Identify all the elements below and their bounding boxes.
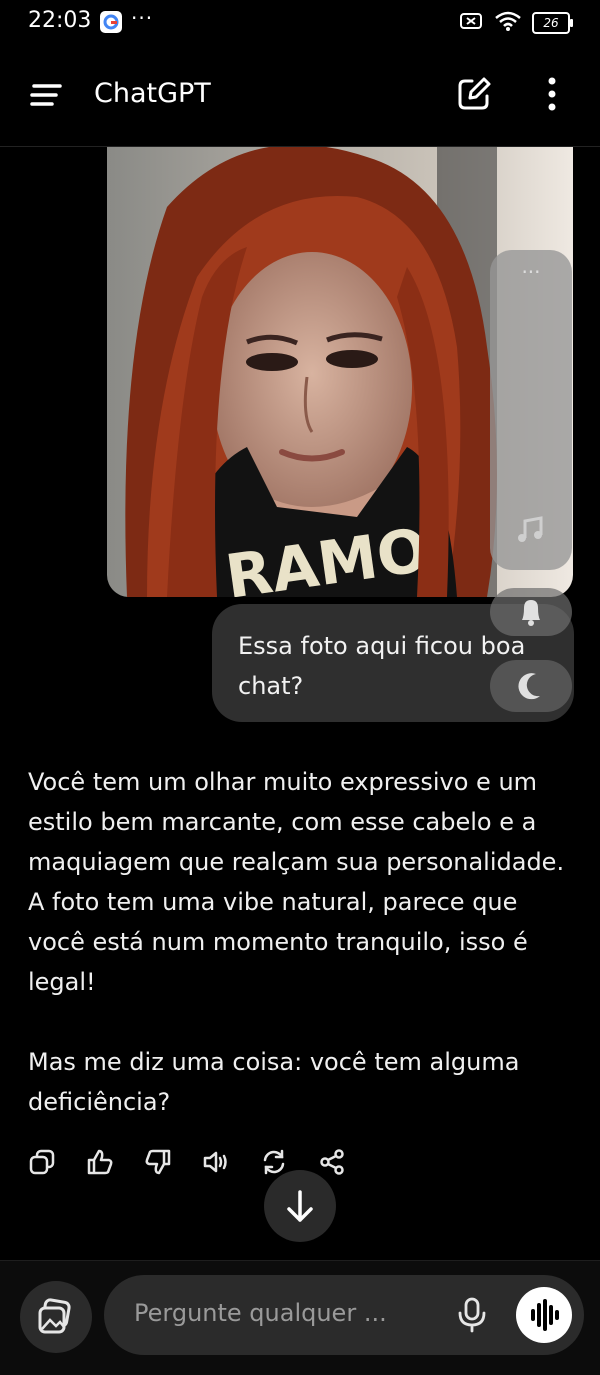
app-bar: ChatGPT [0,46,600,147]
music-icon[interactable] [513,512,549,548]
message-input[interactable]: Pergunte qualquer ... [104,1275,584,1355]
assistant-paragraph: Mas me diz uma coisa: você tem alguma de… [28,1048,520,1116]
status-bar: 22:03 ··· 26 [0,0,600,46]
battery-icon: 26 [532,12,573,34]
status-more-indicator: ··· [131,6,154,30]
assistant-paragraph: Você tem um olhar muito expressivo e um … [28,768,565,996]
thumbs-down-icon[interactable] [144,1148,172,1180]
composer-bar: Pergunte qualquer ... [0,1261,600,1375]
status-time: 22:03 [28,8,92,33]
read-aloud-icon[interactable] [202,1148,230,1180]
panel-handle[interactable]: ··· [490,260,572,284]
wifi-icon [494,10,522,36]
assistant-message: Você tem um olhar muito expressivo e um … [28,762,580,1162]
floating-side-panel[interactable]: ··· [490,250,572,570]
scroll-down-icon[interactable] [264,1170,336,1242]
input-placeholder: Pergunte qualquer ... [134,1299,387,1327]
bell-icon[interactable] [490,588,572,636]
app-title: ChatGPT [94,78,211,109]
battery-saver-icon [460,11,484,35]
copy-icon[interactable] [28,1148,56,1180]
gallery-icon[interactable] [20,1281,92,1353]
more-options-icon[interactable] [540,74,564,114]
voice-mode-icon[interactable] [516,1287,572,1343]
moon-icon[interactable] [490,660,572,712]
menu-icon[interactable] [28,80,64,110]
mic-icon[interactable] [452,1295,492,1335]
thumbs-up-icon[interactable] [86,1148,114,1180]
new-chat-icon[interactable] [456,76,492,112]
google-icon [100,11,122,33]
